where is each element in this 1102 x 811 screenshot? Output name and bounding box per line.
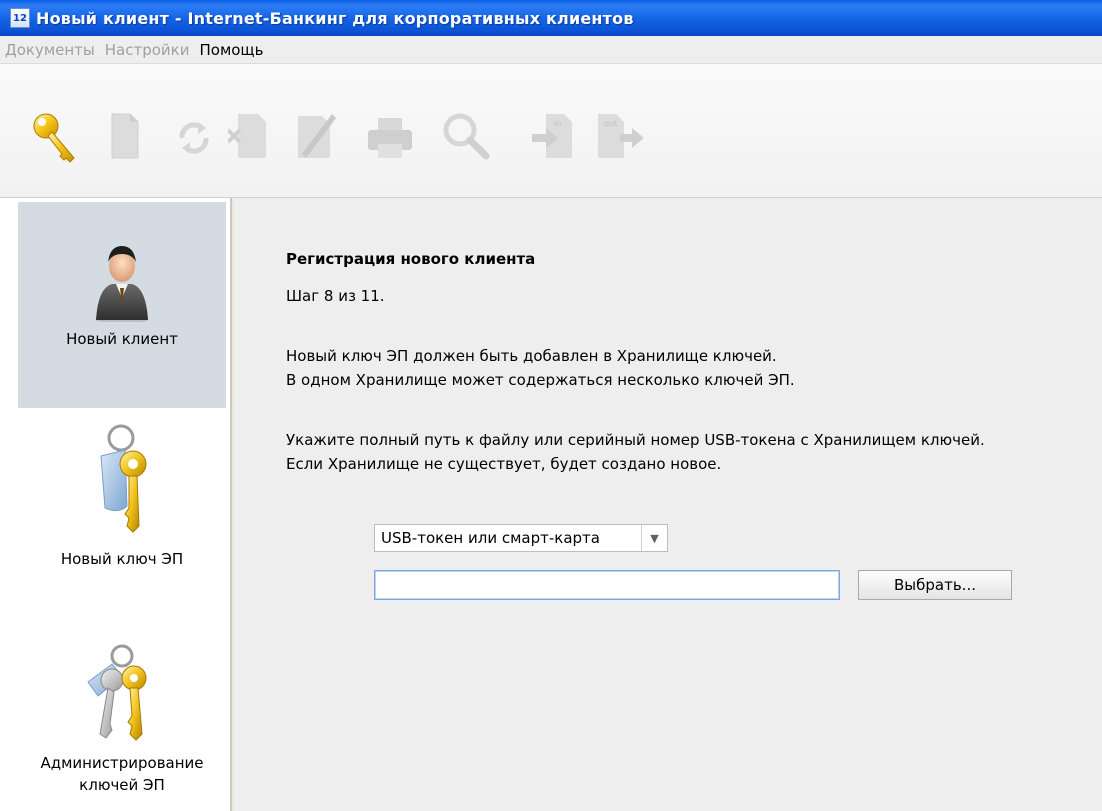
delete-icon[interactable] <box>228 112 268 160</box>
browse-button[interactable]: Выбрать... <box>858 570 1012 600</box>
sidebar-item-label: Новый клиент <box>66 330 178 348</box>
keys-bunch-icon <box>87 644 147 741</box>
toolbar: in out <box>0 64 1102 198</box>
sidebar: Новый клиент Новый ключ ЭП Администриров… <box>0 198 232 811</box>
key-icon[interactable] <box>30 110 90 168</box>
sidebar-item-label-line2: ключей ЭП <box>79 776 165 794</box>
key-tag-icon <box>100 424 147 533</box>
menu-help[interactable]: Помощь <box>194 41 268 59</box>
chevron-down-icon[interactable]: ▼ <box>641 525 667 551</box>
sidebar-item-label-line1: Администрирование <box>40 754 204 772</box>
wizard-panel: Регистрация нового клиента Шаг 8 из 11. … <box>234 198 1102 811</box>
export-icon[interactable]: out <box>596 112 646 160</box>
import-label: in <box>554 119 561 128</box>
menu-documents[interactable]: Документы <box>0 41 100 59</box>
storage-type-value: USB-токен или смарт-карта <box>381 529 600 547</box>
import-icon[interactable]: in <box>532 112 576 160</box>
refresh-icon[interactable] <box>176 120 212 156</box>
sidebar-item-label: Новый ключ ЭП <box>60 550 184 568</box>
menu-bar: Документы Настройки Помощь <box>0 36 1102 64</box>
instruction-line: Если Хранилище не существует, будет созд… <box>286 455 722 473</box>
sidebar-item-new-key[interactable]: Новый ключ ЭП <box>18 420 226 616</box>
new-document-icon[interactable] <box>110 112 140 160</box>
storage-path-input[interactable] <box>374 570 840 600</box>
user-icon <box>96 246 148 322</box>
wizard-step: Шаг 8 из 11. <box>286 287 385 305</box>
title-bar: 12 Новый клиент - Internet-Банкинг для к… <box>0 0 1102 36</box>
wizard-heading: Регистрация нового клиента <box>286 250 536 268</box>
print-icon[interactable] <box>366 116 414 160</box>
sidebar-item-new-client[interactable]: Новый клиент <box>18 202 226 408</box>
sidebar-item-keys-admin[interactable]: Администрирование ключей ЭП <box>18 628 226 808</box>
app-icon: 12 <box>10 8 30 28</box>
menu-settings[interactable]: Настройки <box>100 41 195 59</box>
export-label: out <box>604 119 617 128</box>
edit-icon[interactable] <box>294 110 338 160</box>
window-title: Новый клиент - Internet-Банкинг для корп… <box>36 8 634 28</box>
description-line: В одном Хранилище может содержаться неск… <box>286 371 795 389</box>
instruction-line: Укажите полный путь к файлу или серийный… <box>286 431 985 449</box>
search-icon[interactable] <box>440 110 490 160</box>
description-line: Новый ключ ЭП должен быть добавлен в Хра… <box>286 347 777 365</box>
storage-type-select[interactable]: USB-токен или смарт-карта ▼ <box>374 524 668 552</box>
